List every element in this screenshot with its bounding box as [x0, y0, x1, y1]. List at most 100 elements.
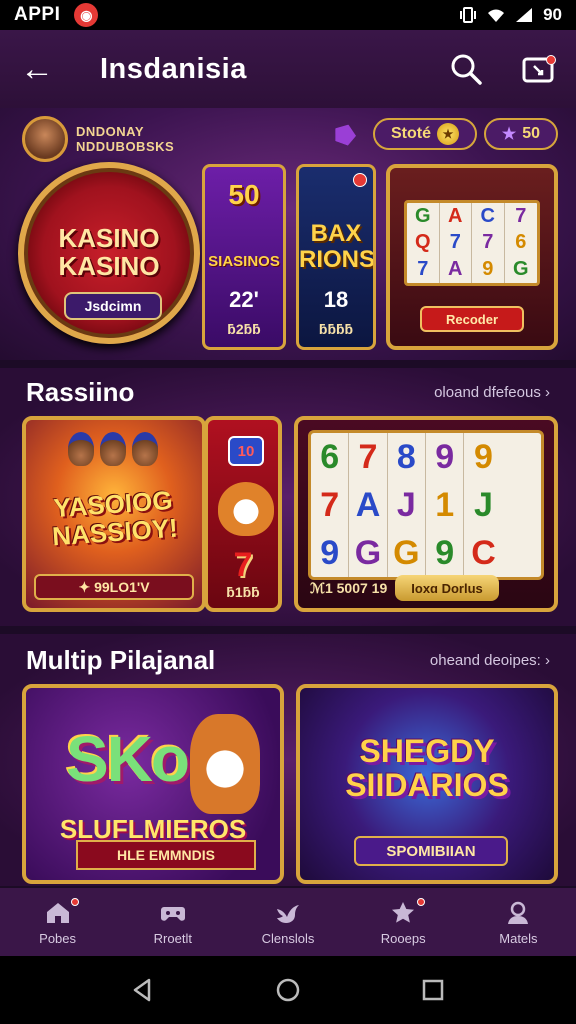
- card-value: 18: [323, 287, 349, 312]
- nav-label: Rooeps: [380, 930, 426, 946]
- notification-dot: [416, 898, 425, 906]
- reel-column: 6 7 9: [311, 433, 350, 577]
- wallet-button[interactable]: [520, 51, 556, 87]
- home-circle-icon[interactable]: [274, 976, 302, 1004]
- fox-image: [218, 482, 274, 536]
- status-bar: APPI ◉ 90: [0, 0, 576, 30]
- game-card-bax-rions[interactable]: BAX RIONS 18 ƃƃƃƃ: [296, 164, 376, 350]
- game-tile-fox[interactable]: 10 7 ƃ1ƃƃ: [204, 416, 282, 612]
- nav-label: Clenslols: [261, 930, 315, 946]
- tile-subtitle: SPOMIBIIAN: [354, 836, 508, 866]
- section-header-multip: Multip Pilajanal oheand deoipes: ›: [0, 638, 576, 682]
- tile-logo: SHEGDY SIIDARIOS: [300, 734, 554, 802]
- wifi-icon: [488, 9, 505, 22]
- nav-label: Rroetlt: [153, 930, 192, 946]
- stars-chip-value: 50: [522, 125, 541, 142]
- game-tile-yasoiog[interactable]: YASOIOG NASSIOY! ✦ 99LO1'V: [22, 416, 206, 612]
- reel-column: 9 1 9: [426, 433, 465, 577]
- reel-column: C 7 9: [472, 203, 505, 283]
- slot-machine-card[interactable]: GQ7A7AC7976G Recoder: [386, 164, 558, 350]
- section-header-rassiino: Rassiino oloand dfefeous ›: [0, 370, 576, 414]
- nav-item-clenslols[interactable]: Clenslols: [230, 888, 345, 956]
- card-value: 22': [229, 287, 259, 312]
- notification-dot: [546, 55, 556, 65]
- reel-column: GQ 7: [407, 203, 440, 283]
- game-tile-slot-reels[interactable]: 6797AG8JG9199JC ℳ1 5007 19 Ioxɑ Dorlus: [294, 416, 558, 612]
- nav-item-profile[interactable]: Matels: [461, 888, 576, 956]
- reel-symbol: 7: [320, 485, 340, 524]
- reel-column: 7 AG: [349, 433, 388, 577]
- signal-icon: [516, 8, 533, 22]
- status-time: 90: [543, 5, 562, 24]
- tile-logo-line1: SHEGDY: [359, 733, 495, 769]
- username-line2: NDDUBOBSKS: [76, 139, 175, 154]
- card-pill: ƃƃƃƃ: [318, 321, 354, 337]
- seven-symbol: 7: [233, 546, 253, 584]
- back-triangle-icon[interactable]: [129, 976, 157, 1004]
- reel-symbol: 6: [515, 231, 527, 254]
- reel-symbol: G: [393, 533, 420, 572]
- tile-amount: ℳ1 5007 19: [310, 579, 388, 596]
- home-icon: [46, 902, 69, 923]
- status-right: 90: [459, 5, 562, 25]
- recents-square-icon[interactable]: [419, 976, 447, 1004]
- system-nav-bar: [0, 956, 576, 1024]
- reel-symbol: Q: [414, 231, 431, 254]
- reel-symbol: 9: [320, 533, 340, 572]
- username: DNDONAY NDDUBOBSKS: [76, 124, 174, 154]
- nav-item-home[interactable]: Pobes: [0, 888, 115, 956]
- wheel-title: KASINO KASINO: [24, 224, 194, 280]
- search-icon[interactable]: [448, 51, 484, 87]
- reel-symbol: J: [396, 485, 416, 524]
- reel-symbol: 9: [435, 437, 455, 476]
- wheel-title-line1: KASINO: [58, 223, 160, 253]
- star-icon: [392, 901, 415, 923]
- reel-symbol: C: [471, 533, 496, 572]
- section-title: Multip Pilajanal: [26, 644, 216, 675]
- card-name: SIASINOS: [208, 253, 280, 270]
- stars-chip[interactable]: ★ 50: [484, 118, 558, 150]
- game-tile-sko[interactable]: SKo SLUFLMIEROS HLE EMMNDIS: [22, 684, 284, 884]
- characters-image: [68, 432, 158, 466]
- machine-button[interactable]: Recoder: [420, 306, 524, 332]
- tile-logo: YASOIOG NASSIOY!: [26, 484, 202, 552]
- game-tile-shegdy[interactable]: SHEGDY SIIDARIOS SPOMIBIIAN: [296, 684, 558, 884]
- section-title: Rassiino: [26, 376, 135, 407]
- page-title: Insdanisia: [100, 52, 247, 85]
- nav-item-rooeps[interactable]: Rooeps: [346, 888, 461, 956]
- reel-symbol: C: [480, 204, 495, 227]
- nav-label: Matels: [499, 930, 538, 946]
- reel-symbol: 7: [515, 204, 527, 227]
- nav-item-games[interactable]: Rroetlt: [115, 888, 230, 956]
- gem-icon: [331, 121, 359, 147]
- gamepad-icon: [160, 906, 185, 921]
- user-profile[interactable]: DNDONAY NDDUBOBSKS: [22, 116, 174, 162]
- tile-play-button[interactable]: Ioxɑ Dorlus: [395, 575, 499, 601]
- reel-symbol: 7: [417, 258, 429, 281]
- tile-ribbon: HLE EMMNDIS: [76, 840, 256, 870]
- bottom-nav: Pobes Rroetlt Clenslols Rooeps Matels: [0, 888, 576, 956]
- kasino-wheel[interactable]: KASINO KASINO Jsdcimn: [18, 162, 200, 344]
- card-pill: ƃ2ƃƃ: [227, 321, 261, 337]
- reel-symbol: J: [474, 485, 493, 524]
- game-card-siasinos[interactable]: 50 SIASINOS 22' ƃ2ƃƃ: [202, 164, 286, 350]
- reel-symbol: 9: [482, 258, 494, 281]
- avatar: [22, 116, 68, 162]
- see-all-link[interactable]: oloand dfefeous ›: [434, 384, 550, 401]
- notification-dot: [71, 898, 80, 906]
- see-all-link[interactable]: oheand deoipes: ›: [430, 652, 550, 669]
- wheel-title-line2: KASINO: [58, 251, 160, 281]
- back-arrow-icon[interactable]: ←: [20, 52, 60, 86]
- reel-symbol: A: [448, 258, 463, 281]
- reel-symbol: 9: [474, 437, 493, 476]
- app-bar: ← Insdanisia: [0, 30, 576, 108]
- tile-pill: ƃ1ƃƃ: [226, 584, 260, 600]
- reel-symbol: 9: [435, 533, 455, 572]
- bird-icon: [277, 904, 299, 923]
- status-app-label: APPI: [14, 4, 61, 25]
- dog-image: [190, 714, 260, 814]
- slots-chip[interactable]: Stoté ★: [373, 118, 477, 150]
- card-name-line1: BAX: [310, 220, 362, 247]
- username-line1: DNDONAY: [76, 124, 145, 139]
- wheel-button[interactable]: Jsdcimn: [64, 292, 162, 320]
